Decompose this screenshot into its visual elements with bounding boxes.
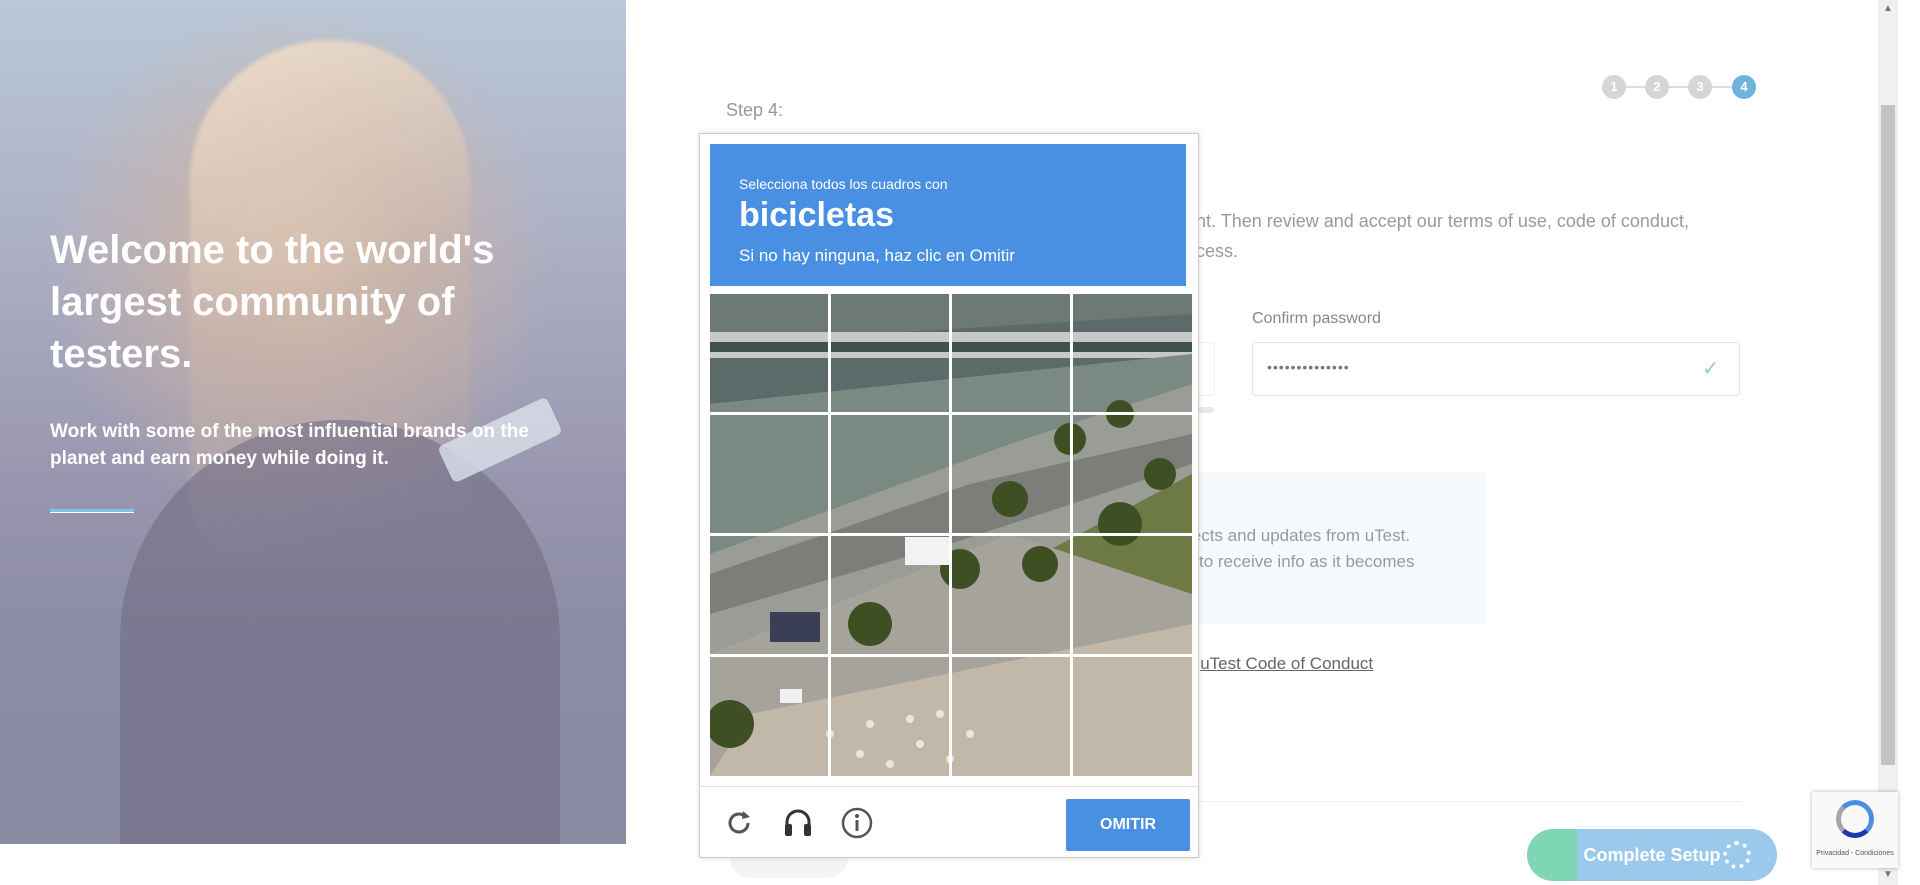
captcha-tile-6[interactable] xyxy=(831,415,949,533)
captcha-footer-divider xyxy=(700,786,1198,787)
skip-button[interactable]: OMITIR xyxy=(1066,799,1190,851)
complete-setup-button[interactable]: Complete Setup xyxy=(1527,829,1777,881)
captcha-object: bicicletas xyxy=(739,196,894,234)
code-of-conduct-link[interactable]: uTest Code of Conduct xyxy=(1200,654,1373,673)
captcha-tile-7[interactable] xyxy=(952,415,1070,533)
captcha-tile-9[interactable] xyxy=(710,536,828,654)
captcha-tile-14[interactable] xyxy=(831,657,949,775)
hero-title: Welcome to the world's largest community… xyxy=(50,228,495,376)
confirm-password-label: Confirm password xyxy=(1252,310,1381,327)
captcha-tile-8[interactable] xyxy=(1073,415,1191,533)
scrollbar-thumb[interactable] xyxy=(1881,105,1895,765)
check-icon: ✓ xyxy=(1702,358,1719,380)
step-dot-4: 4 xyxy=(1732,75,1756,99)
hero-divider xyxy=(50,509,134,513)
captcha-tile-13[interactable] xyxy=(710,657,828,775)
hero-subtitle: Work with some of the most influential b… xyxy=(50,421,529,469)
captcha-header: Selecciona todos los cuadros con bicicle… xyxy=(710,144,1186,286)
newsletter-text: jects and updates from uTest. to receive… xyxy=(1188,523,1488,575)
step-progress-line xyxy=(1612,86,1742,88)
scroll-down-icon[interactable]: ▼ xyxy=(1881,868,1895,882)
recaptcha-badge-text[interactable]: Privacidad - Condiciones xyxy=(1812,850,1898,857)
captcha-tile-3[interactable] xyxy=(952,294,1070,412)
reload-icon[interactable] xyxy=(722,806,756,840)
captcha-tile-15[interactable] xyxy=(952,657,1070,775)
audio-icon[interactable] xyxy=(781,806,815,840)
code-of-conduct-row: e uTest Code of Conduct xyxy=(1186,654,1373,674)
step-dot-1: 1 xyxy=(1602,75,1626,99)
captcha-tile-16[interactable] xyxy=(1073,657,1191,775)
step-label: Step 4: xyxy=(726,100,784,120)
scroll-up-icon[interactable]: ▲ xyxy=(1881,2,1895,16)
step-dot-2: 2 xyxy=(1645,75,1669,99)
intro-line-1: unt. Then review and accept our terms of… xyxy=(1186,211,1689,231)
spinner-icon xyxy=(1723,841,1751,869)
hero-panel: Welcome to the world's largest community… xyxy=(0,0,626,844)
newsletter-line-2: to receive info as it becomes xyxy=(1199,552,1415,571)
confirm-password-input[interactable]: •••••••••••••• ✓ xyxy=(1252,342,1740,396)
intro-line-2: ocess. xyxy=(1186,241,1239,261)
step-intro-text: unt. Then review and accept our terms of… xyxy=(1186,206,1766,266)
captcha-tile-10[interactable] xyxy=(831,536,949,654)
newsletter-line-1: jects and updates from uTest. xyxy=(1188,526,1411,545)
captcha-tile-5[interactable] xyxy=(710,415,828,533)
captcha-hint: Si no hay ninguna, haz clic en Omitir xyxy=(739,246,1015,265)
captcha-tile-4[interactable] xyxy=(1073,294,1191,412)
confirm-password-value: •••••••••••••• xyxy=(1267,359,1350,375)
captcha-challenge: Selecciona todos los cuadros con bicicle… xyxy=(699,133,1199,858)
captcha-image-grid xyxy=(710,294,1192,776)
captcha-tile-12[interactable] xyxy=(1073,536,1191,654)
captcha-tile-2[interactable] xyxy=(831,294,949,412)
captcha-tile-11[interactable] xyxy=(952,536,1070,654)
hero-photo-figure xyxy=(120,420,560,844)
captcha-instruction: Selecciona todos los cuadros con xyxy=(739,176,948,192)
recaptcha-badge[interactable]: Privacidad - Condiciones xyxy=(1812,792,1898,868)
recaptcha-logo-icon xyxy=(1836,800,1874,838)
captcha-tile-1[interactable] xyxy=(710,294,828,412)
form-divider xyxy=(1186,801,1742,802)
step-dot-3: 3 xyxy=(1688,75,1712,99)
page-scrollbar[interactable]: ▲ ▼ xyxy=(1878,0,1898,885)
info-icon[interactable] xyxy=(840,806,874,840)
complete-setup-label: Complete Setup xyxy=(1583,844,1721,865)
